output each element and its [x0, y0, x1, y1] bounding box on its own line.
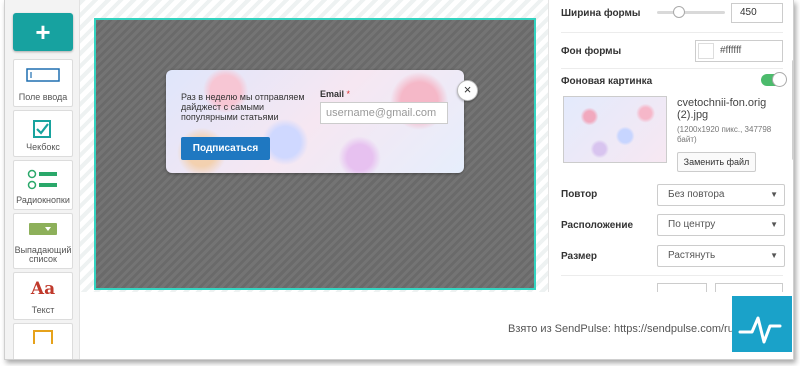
radio-buttons-icon [14, 169, 72, 191]
email-label-text: Email [320, 89, 345, 99]
divider [561, 275, 783, 276]
size-value: Растянуть [668, 250, 716, 261]
color-swatch[interactable] [698, 43, 714, 59]
text-icon: Aa [30, 279, 56, 299]
checkbox-icon [14, 119, 72, 139]
tool-label: Чекбокс [26, 142, 60, 152]
add-element-button[interactable]: + [13, 13, 73, 51]
repeat-select[interactable]: Без повтора ▼ [657, 184, 785, 206]
email-input[interactable]: username@gmail.com [320, 102, 448, 124]
close-icon: × [463, 82, 472, 97]
position-select[interactable]: По центру ▼ [657, 214, 785, 236]
tool-dropdown[interactable]: Выпадающий список [13, 213, 73, 269]
source-credit: Взято из SendPulse: https://sendpulse.co… [508, 323, 734, 335]
position-value: По центру [668, 219, 716, 230]
replace-file-button[interactable]: Заменить файл [677, 152, 756, 172]
input-field-icon [14, 68, 72, 82]
element-toolbox: + Поле ввода Чекбокс Радиокнопки Выпадаю… [5, 0, 80, 359]
tool-label: Текст [31, 305, 55, 315]
tool-label: Поле ввода [18, 92, 68, 102]
divider [561, 32, 783, 33]
popup-close-button[interactable]: × [457, 80, 478, 101]
bg-image-toggle[interactable] [761, 72, 787, 87]
slider-handle[interactable] [673, 6, 686, 18]
size-select[interactable]: Растянуть ▼ [657, 245, 785, 267]
sendpulse-logo-icon [732, 296, 792, 352]
tool-input-field[interactable]: Поле ввода [13, 59, 73, 107]
chevron-down-icon: ▼ [770, 220, 778, 229]
image-icon [14, 330, 72, 344]
chevron-down-icon: ▼ [770, 190, 778, 199]
chevron-down-icon: ▼ [770, 251, 778, 260]
tool-label: Радиокнопки [16, 195, 70, 205]
position-label: Расположение [561, 220, 634, 231]
tool-radio-buttons[interactable]: Радиокнопки [13, 160, 73, 210]
color-value: #ffffff [720, 45, 742, 56]
repeat-value: Без повтора [668, 189, 725, 200]
subscribe-button[interactable]: Подписаться [181, 137, 270, 160]
tool-label: Выпадающий список [14, 245, 72, 264]
size-label: Размер [561, 251, 598, 262]
bg-file-meta: (1200x1920 пикс., 347798 байт) [677, 125, 772, 144]
credit-bar: Взято из SendPulse: https://sendpulse.co… [80, 292, 793, 359]
toggle-knob [772, 72, 787, 87]
app-window: + Поле ввода Чекбокс Радиокнопки Выпадаю… [4, 0, 794, 360]
required-mark: * [346, 89, 351, 99]
dropdown-icon [14, 222, 72, 236]
bg-file-name: cvetochnii-fon.orig (2).jpg [677, 97, 767, 121]
tool-image[interactable] [13, 323, 73, 359]
form-bg-color-input[interactable]: #ffffff [695, 40, 783, 62]
email-label: Email * [320, 89, 350, 99]
form-width-label: Ширина формы [561, 8, 641, 19]
divider [561, 68, 783, 69]
bg-image-label: Фоновая картинка [561, 76, 653, 87]
subscription-popup: Раз в неделю мы отправляем дайджест с са… [166, 70, 464, 173]
panel-scrollbar[interactable] [792, 60, 793, 160]
tool-checkbox[interactable]: Чекбокс [13, 110, 73, 157]
tool-text[interactable]: Aa Текст [13, 272, 73, 320]
bg-image-thumbnail [563, 96, 667, 163]
popup-description: Раз в неделю мы отправляем дайджест с са… [181, 92, 305, 122]
preview-canvas: Раз в неделю мы отправляем дайджест с са… [94, 18, 536, 290]
repeat-label: Повтор [561, 189, 598, 200]
form-bg-label: Фон формы [561, 46, 622, 57]
form-width-input[interactable]: 450 [731, 3, 783, 23]
form-width-slider[interactable] [657, 6, 725, 18]
